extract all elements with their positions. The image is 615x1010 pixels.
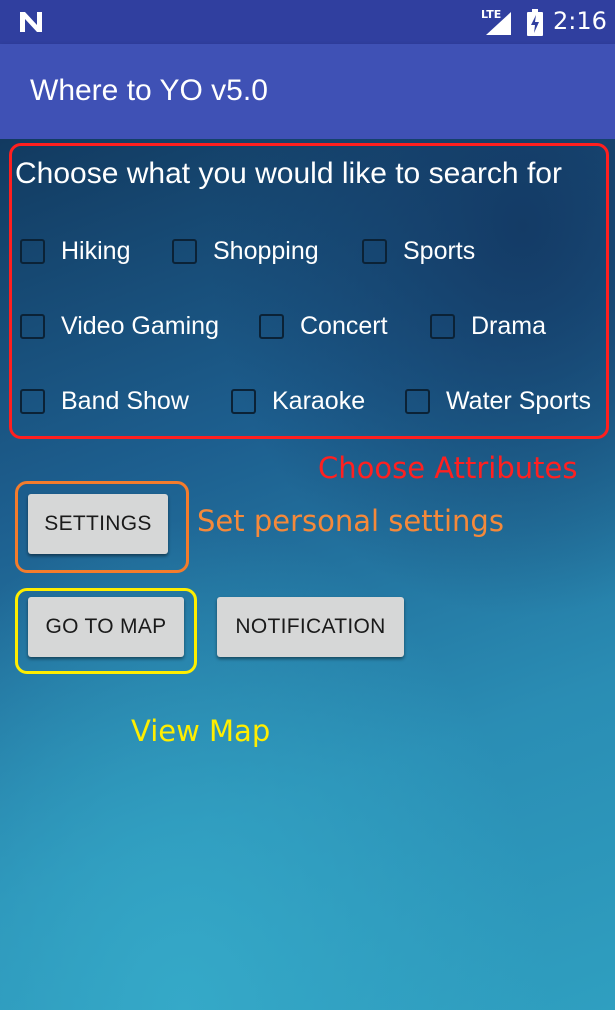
sports-checkbox[interactable] — [362, 238, 387, 264]
status-bar: LTE 2:16 — [0, 0, 615, 44]
main-content: Choose what you would like to search for… — [0, 139, 615, 1010]
n-logo-icon — [20, 12, 42, 32]
water-sports-checkbox[interactable] — [405, 388, 430, 414]
hiking-checkbox[interactable] — [20, 238, 45, 264]
option-label: Drama — [471, 311, 547, 340]
option-label: Video Gaming — [61, 311, 219, 340]
option-label: Sports — [403, 236, 476, 265]
app-bar: Where to YO v5.0 — [0, 44, 615, 139]
search-prompt: Choose what you would like to search for — [15, 157, 562, 190]
option-video-gaming[interactable]: Video Gaming — [20, 306, 219, 346]
view-map-annotation: View Map — [131, 714, 271, 748]
option-band-show[interactable]: Band Show — [20, 381, 189, 421]
battery-charging-icon — [527, 9, 543, 36]
go-to-map-button[interactable]: GO TO MAP — [28, 597, 184, 657]
choose-attributes-annotation: Choose Attributes — [318, 451, 578, 485]
option-hiking[interactable]: Hiking — [20, 231, 130, 271]
option-karaoke[interactable]: Karaoke — [231, 381, 365, 421]
option-water-sports[interactable]: Water Sports — [405, 381, 591, 421]
notification-button[interactable]: NOTIFICATION — [217, 597, 404, 657]
signal-icon — [486, 12, 511, 35]
option-drama[interactable]: Drama — [430, 306, 546, 346]
option-label: Concert — [300, 311, 388, 340]
karaoke-checkbox[interactable] — [231, 388, 256, 414]
option-concert[interactable]: Concert — [259, 306, 388, 346]
option-label: Shopping — [213, 236, 319, 265]
shopping-checkbox[interactable] — [172, 238, 197, 264]
status-time: 2:16 — [553, 7, 607, 35]
band-show-checkbox[interactable] — [20, 388, 45, 414]
video-gaming-checkbox[interactable] — [20, 313, 45, 339]
drama-checkbox[interactable] — [430, 313, 455, 339]
settings-annotation: Set personal settings — [197, 504, 504, 538]
app-title: Where to YO v5.0 — [30, 74, 268, 107]
option-label: Hiking — [61, 236, 131, 265]
option-label: Band Show — [61, 386, 189, 415]
settings-button[interactable]: SETTINGS — [28, 494, 168, 554]
option-shopping[interactable]: Shopping — [172, 231, 319, 271]
option-sports[interactable]: Sports — [362, 231, 475, 271]
option-label: Water Sports — [446, 386, 591, 415]
option-label: Karaoke — [272, 386, 366, 415]
concert-checkbox[interactable] — [259, 313, 284, 339]
